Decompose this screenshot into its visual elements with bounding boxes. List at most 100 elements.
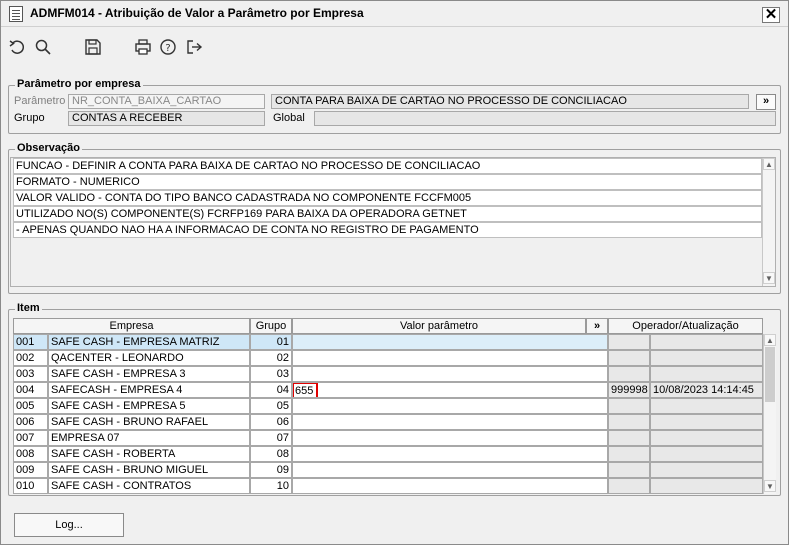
- observacao-line: - APENAS QUANDO NAO HA A INFORMACAO DE C…: [13, 222, 762, 238]
- operador-cell[interactable]: [608, 446, 650, 462]
- operador-cell[interactable]: [608, 430, 650, 446]
- empresa-cell[interactable]: SAFE CASH - CONTRATOS: [48, 478, 250, 494]
- scroll-thumb[interactable]: [765, 347, 775, 402]
- parametro-descricao-field[interactable]: CONTA PARA BAIXA DE CARTAO NO PROCESSO D…: [271, 94, 749, 109]
- atualizacao-cell[interactable]: [650, 414, 763, 430]
- grupo-column-header[interactable]: Grupo: [250, 318, 292, 334]
- grupo-cell[interactable]: 09: [250, 462, 292, 478]
- code-cell[interactable]: 003: [13, 366, 48, 382]
- empresa-cell[interactable]: SAFE CASH - EMPRESA MATRIZ: [48, 334, 250, 350]
- search-button[interactable]: [33, 37, 53, 57]
- atualizacao-cell[interactable]: [650, 398, 763, 414]
- grupo-cell[interactable]: 08: [250, 446, 292, 462]
- valor-cell[interactable]: [292, 478, 608, 494]
- table-row[interactable]: 006 SAFE CASH - BRUNO RAFAEL 06: [13, 414, 763, 430]
- operador-cell[interactable]: [608, 398, 650, 414]
- atualizacao-cell[interactable]: 10/08/2023 14:14:45: [650, 382, 763, 398]
- exit-button[interactable]: [184, 37, 204, 57]
- empresa-cell[interactable]: SAFE CASH - ROBERTA: [48, 446, 250, 462]
- table-row[interactable]: 001 SAFE CASH - EMPRESA MATRIZ 01: [13, 334, 763, 350]
- operador-column-header[interactable]: Operador/Atualização: [608, 318, 763, 334]
- valor-cell[interactable]: [292, 462, 608, 478]
- grupo-cell[interactable]: 03: [250, 366, 292, 382]
- table-row[interactable]: 003 SAFE CASH - EMPRESA 3 03: [13, 366, 763, 382]
- valor-column-header[interactable]: Valor parâmetro: [292, 318, 586, 334]
- atualizacao-cell[interactable]: [650, 334, 763, 350]
- table-row[interactable]: 007 EMPRESA 07 07: [13, 430, 763, 446]
- grupo-cell[interactable]: 07: [250, 430, 292, 446]
- code-cell[interactable]: 010: [13, 478, 48, 494]
- valor-cell[interactable]: [292, 334, 608, 350]
- help-button[interactable]: ?: [158, 37, 178, 57]
- parametro-section: Parâmetro por empresa Parâmetro NR_CONTA…: [8, 78, 781, 134]
- empresa-cell[interactable]: SAFE CASH - EMPRESA 3: [48, 366, 250, 382]
- code-cell[interactable]: 005: [13, 398, 48, 414]
- empresa-cell[interactable]: SAFE CASH - EMPRESA 5: [48, 398, 250, 414]
- empresa-cell[interactable]: SAFECASH - EMPRESA 4: [48, 382, 250, 398]
- valor-cell[interactable]: [292, 414, 608, 430]
- operador-cell[interactable]: [608, 414, 650, 430]
- grupo-field[interactable]: CONTAS A RECEBER: [68, 111, 265, 126]
- atualizacao-cell[interactable]: [650, 366, 763, 382]
- atualizacao-cell[interactable]: [650, 462, 763, 478]
- log-button[interactable]: Log...: [14, 513, 124, 537]
- code-cell[interactable]: 006: [13, 414, 48, 430]
- operador-cell[interactable]: [608, 334, 650, 350]
- code-cell[interactable]: 002: [13, 350, 48, 366]
- save-button[interactable]: [83, 37, 103, 57]
- code-cell[interactable]: 007: [13, 430, 48, 446]
- table-row[interactable]: 004 SAFECASH - EMPRESA 4 04 655 999998 10/08/…: [13, 382, 763, 398]
- table-row[interactable]: 010 SAFE CASH - CONTRATOS 10: [13, 478, 763, 494]
- undo-button[interactable]: [7, 37, 27, 57]
- undo-icon: [9, 40, 25, 54]
- table-row[interactable]: 008 SAFE CASH - ROBERTA 08: [13, 446, 763, 462]
- empresa-cell[interactable]: EMPRESA 07: [48, 430, 250, 446]
- grupo-cell[interactable]: 04: [250, 382, 292, 398]
- operador-cell[interactable]: 999998: [608, 382, 650, 398]
- valor-cell[interactable]: [292, 366, 608, 382]
- empresa-cell[interactable]: QACENTER - LEONARDO: [48, 350, 250, 366]
- grupo-cell[interactable]: 01: [250, 334, 292, 350]
- valor-cell[interactable]: [292, 398, 608, 414]
- code-cell[interactable]: 004: [13, 382, 48, 398]
- grupo-cell[interactable]: 06: [250, 414, 292, 430]
- valor-cell[interactable]: [292, 350, 608, 366]
- valor-cell[interactable]: 655: [292, 382, 608, 398]
- scroll-down-icon[interactable]: ▼: [764, 480, 776, 492]
- item-scrollbar[interactable]: ▲ ▼: [763, 334, 776, 494]
- valor-cell[interactable]: [292, 430, 608, 446]
- valor-more-button[interactable]: »: [586, 318, 608, 334]
- scroll-up-icon[interactable]: ▲: [764, 334, 776, 346]
- global-field[interactable]: [314, 111, 776, 126]
- atualizacao-cell[interactable]: [650, 446, 763, 462]
- parametro-more-button[interactable]: »: [756, 94, 776, 110]
- table-row[interactable]: 005 SAFE CASH - EMPRESA 5 05: [13, 398, 763, 414]
- scroll-down-icon[interactable]: ▼: [763, 272, 775, 284]
- valor-cell[interactable]: [292, 446, 608, 462]
- atualizacao-cell[interactable]: [650, 350, 763, 366]
- grupo-cell[interactable]: 05: [250, 398, 292, 414]
- code-cell[interactable]: 001: [13, 334, 48, 350]
- operador-cell[interactable]: [608, 350, 650, 366]
- table-row[interactable]: 009 SAFE CASH - BRUNO MIGUEL 09: [13, 462, 763, 478]
- grupo-cell[interactable]: 10: [250, 478, 292, 494]
- scroll-up-icon[interactable]: ▲: [763, 158, 775, 170]
- grupo-cell[interactable]: 02: [250, 350, 292, 366]
- empresa-cell[interactable]: SAFE CASH - BRUNO MIGUEL: [48, 462, 250, 478]
- code-cell[interactable]: 008: [13, 446, 48, 462]
- close-button[interactable]: ✕: [762, 7, 780, 23]
- table-row[interactable]: 002 QACENTER - LEONARDO 02: [13, 350, 763, 366]
- atualizacao-cell[interactable]: [650, 478, 763, 494]
- parametro-field[interactable]: NR_CONTA_BAIXA_CARTAO: [68, 94, 265, 109]
- atualizacao-cell[interactable]: [650, 430, 763, 446]
- operador-cell[interactable]: [608, 462, 650, 478]
- empresa-column-header[interactable]: Empresa: [13, 318, 250, 334]
- valor-highlight[interactable]: 655: [293, 383, 318, 397]
- observacao-scrollbar[interactable]: ▲ ▼: [762, 158, 775, 286]
- operador-cell[interactable]: [608, 366, 650, 382]
- observacao-textarea[interactable]: FUNCAO - DEFINIR A CONTA PARA BAIXA DE C…: [10, 157, 776, 287]
- operador-cell[interactable]: [608, 478, 650, 494]
- empresa-cell[interactable]: SAFE CASH - BRUNO RAFAEL: [48, 414, 250, 430]
- print-button[interactable]: [133, 37, 153, 57]
- code-cell[interactable]: 009: [13, 462, 48, 478]
